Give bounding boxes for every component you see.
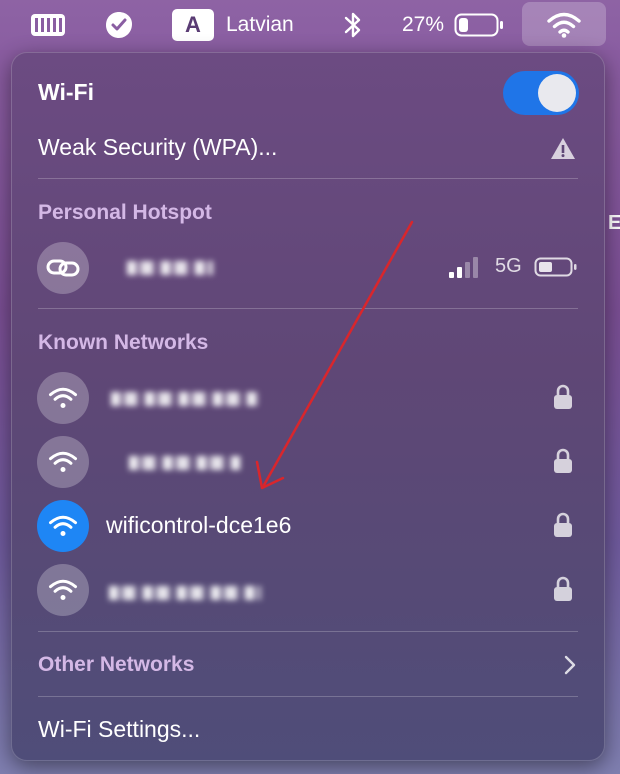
annotation-arrow [255, 220, 414, 490]
